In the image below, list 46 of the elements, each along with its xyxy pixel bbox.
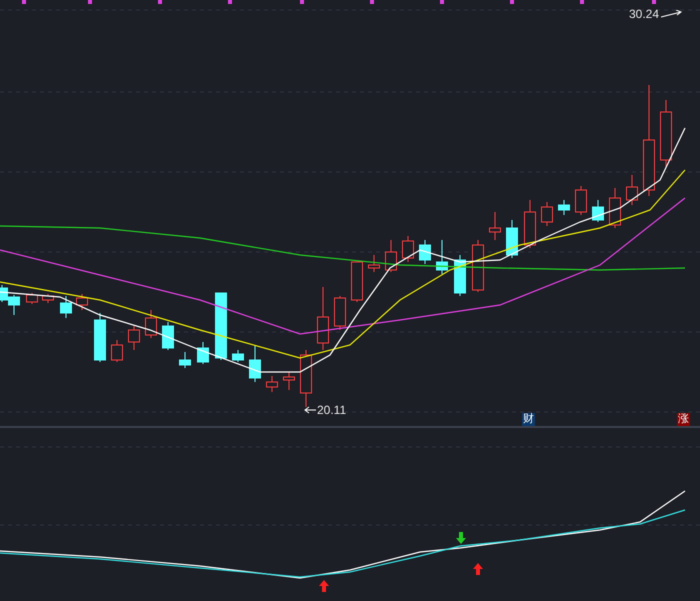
- candlestick: [489, 212, 501, 240]
- high-price-label: 30.24: [629, 6, 660, 23]
- candlestick: [179, 352, 191, 368]
- candlestick: [162, 322, 174, 350]
- candlestick: [541, 202, 553, 226]
- candlestick: [111, 340, 123, 362]
- candlestick: [283, 372, 295, 390]
- candlestick: [76, 294, 88, 310]
- candlestick: [351, 262, 363, 302]
- candlestick: [26, 292, 38, 304]
- arrow-icon: [304, 406, 316, 414]
- candlestick: [558, 200, 570, 216]
- candlestick: [42, 294, 54, 304]
- candlestick: [368, 254, 380, 272]
- candlestick: [575, 186, 587, 216]
- candlestick: [60, 296, 72, 318]
- candlestick: [402, 236, 414, 262]
- candlestick: [197, 342, 209, 364]
- event-marker: 财: [522, 413, 535, 426]
- candlestick: [128, 326, 140, 350]
- candlestick: [266, 376, 278, 392]
- candlestick: [419, 240, 431, 264]
- candlestick: [436, 240, 448, 274]
- candlestick: [249, 346, 261, 382]
- candlestick: [609, 188, 621, 228]
- candlestick: [145, 310, 157, 338]
- candlestick: [385, 240, 397, 272]
- up-arrow-icon: [473, 563, 483, 575]
- candlestick: [300, 350, 312, 408]
- candlestick: [454, 254, 466, 296]
- candlestick: [94, 312, 106, 362]
- low-price-label: 20.11: [317, 402, 346, 419]
- arrow-icon: [661, 10, 684, 18]
- candlestick: [334, 296, 346, 330]
- up-arrow-icon: [319, 580, 329, 592]
- event-marker: 涨: [677, 413, 690, 426]
- candlestick: [592, 200, 604, 222]
- candlestick: [626, 174, 638, 206]
- candlestick: [215, 292, 227, 360]
- candlestick: [472, 240, 484, 292]
- candlestick: [506, 220, 518, 258]
- candlestick: [524, 200, 536, 248]
- candlestick: [232, 350, 244, 362]
- candlestick: [317, 286, 329, 350]
- candlestick: [660, 100, 672, 168]
- down-arrow-icon: [456, 532, 466, 544]
